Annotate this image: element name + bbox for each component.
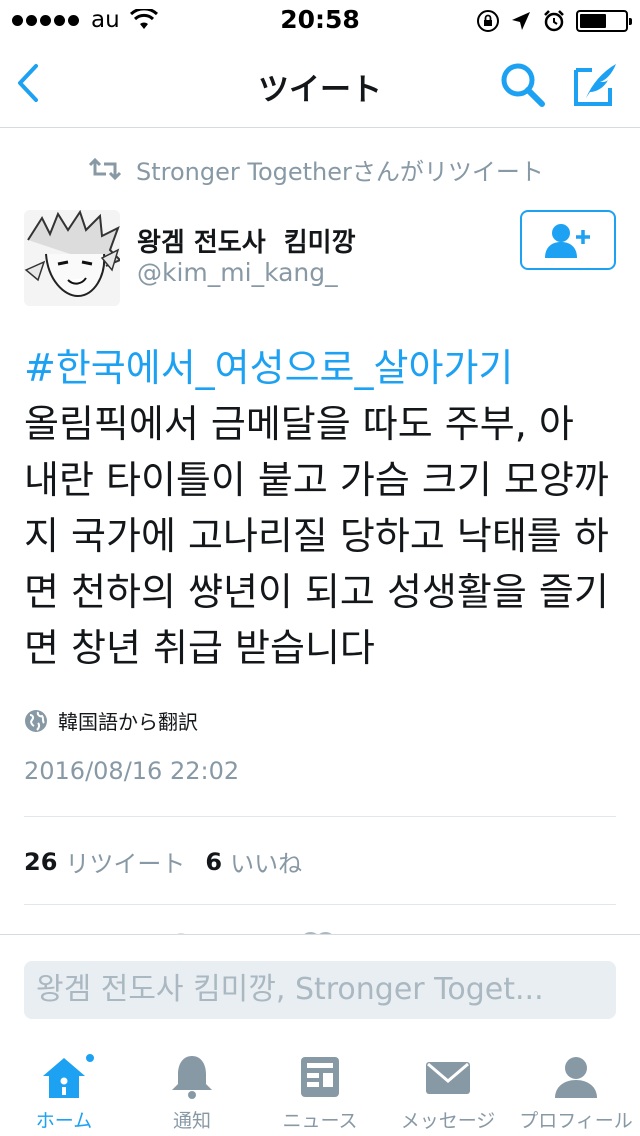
battery-icon [576, 10, 632, 32]
status-bar: au 20:58 [0, 0, 640, 40]
add-user-icon [545, 224, 590, 258]
retweet-icon [88, 157, 122, 181]
reply-input[interactable]: 왕겜 전도사 킴미깡, Stronger Toget... [24, 961, 616, 1019]
tab-label: 通知 [172, 1110, 211, 1132]
tab-label: ニュース [282, 1110, 358, 1132]
tab-messages[interactable]: メッセージ [384, 1036, 512, 1136]
tab-home[interactable]: ホーム [0, 1036, 128, 1136]
divider [24, 816, 616, 817]
retweeted-by[interactable]: Stronger Togetherさんがリツイート [88, 152, 544, 186]
tweet-body-line: 내란 타이틀이 붙고 가슴 크기 모양까 [24, 458, 609, 502]
home-icon [43, 1058, 85, 1098]
alarm-icon [544, 10, 564, 32]
hashtag-link[interactable]: #한국에서_여성으로_살아가기 [24, 340, 620, 396]
retweeted-by-text: Stronger Togetherさんがリツイート [136, 157, 544, 186]
follow-button[interactable] [520, 210, 616, 270]
compose-icon[interactable] [572, 60, 620, 108]
tab-news[interactable]: ニュース [256, 1036, 384, 1136]
search-icon[interactable] [498, 60, 546, 108]
avatar[interactable] [24, 210, 120, 306]
news-icon [301, 1057, 339, 1097]
tweet-stats: 26 リツイート 6 いいね [24, 844, 322, 879]
tweet-body-line: 면 천하의 썅년이 되고 성생활을 즐기 [24, 570, 609, 614]
author-name[interactable]: 왕겜 전도사 킴미깡 [137, 222, 356, 259]
bell-icon [172, 1056, 212, 1099]
tab-profile[interactable]: プロフィール [512, 1036, 640, 1136]
tab-notifications[interactable]: 通知 [128, 1036, 256, 1136]
status-right [476, 8, 632, 34]
translation-label: 韓国語から翻訳 [58, 710, 198, 734]
tab-bar: ホーム 通知 ニュース メッセージ プロフィール [0, 1036, 640, 1136]
tweet-body-line: 면 창년 취급 받습니다 [24, 626, 375, 670]
tweet-timestamp: 2016/08/16 22:02 [24, 757, 240, 785]
globe-icon [25, 709, 47, 732]
notification-dot [84, 1052, 96, 1064]
battery-level [580, 14, 607, 28]
like-count[interactable]: 6 [205, 848, 222, 876]
orientation-lock-icon [477, 10, 499, 32]
like-count-label[interactable]: いいね [230, 844, 302, 879]
tweet-text: #한국에서_여성으로_살아가기 올림픽에서 금메달을 따도 주부, 아 내란 타… [24, 340, 620, 676]
navigation-bar: ツイート [0, 40, 640, 128]
divider [24, 904, 616, 905]
location-arrow-icon [512, 12, 530, 30]
retweet-count[interactable]: 26 [24, 848, 57, 876]
tweet-body-line: 지 국가에 고나리질 당하고 낙태를 하 [24, 514, 609, 558]
tab-label: ホーム [35, 1110, 93, 1132]
avatar-illustration [24, 210, 120, 306]
translation-link[interactable]: 韓国語から翻訳 [24, 706, 198, 735]
tab-label: メッセージ [400, 1110, 496, 1132]
tweet-body-line: 올림픽에서 금메달을 따도 주부, 아 [24, 402, 574, 446]
reply-composer: 왕겜 전도사 킴미깡, Stronger Toget... [0, 934, 640, 1034]
author-handle[interactable]: @kim_mi_kang_ [137, 258, 338, 287]
tab-label: プロフィール [519, 1110, 633, 1132]
retweet-count-label[interactable]: リツイート [65, 844, 185, 879]
person-icon [555, 1057, 597, 1098]
envelope-icon [426, 1062, 470, 1094]
